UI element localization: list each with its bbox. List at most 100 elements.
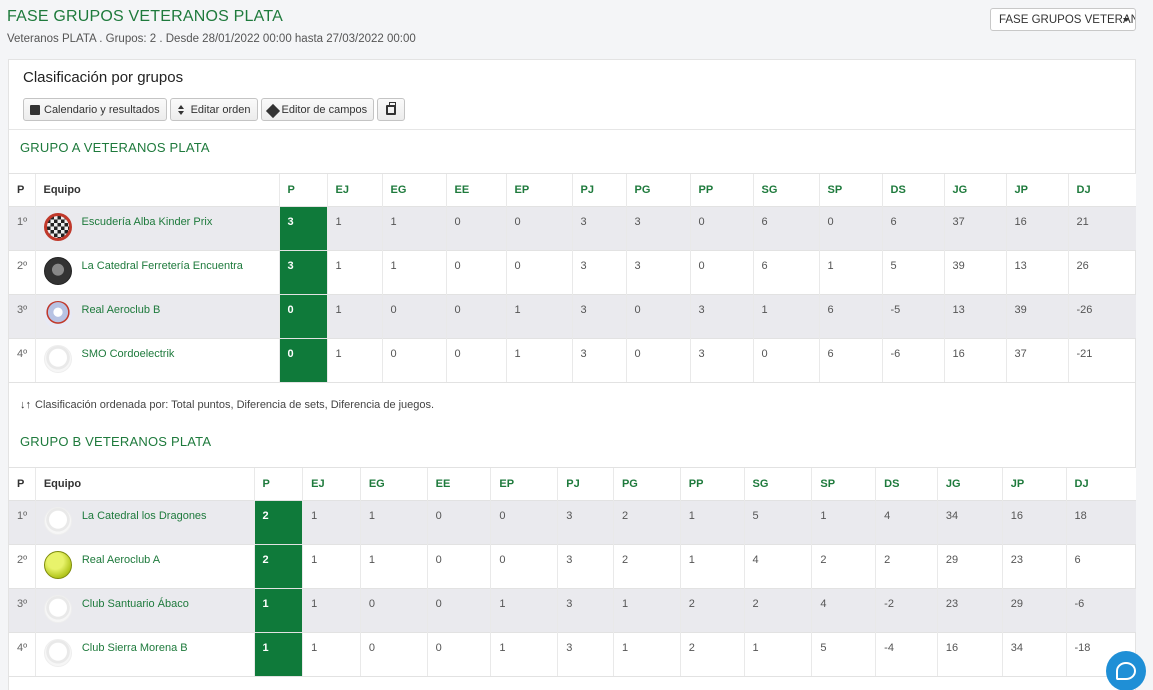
column-header[interactable]: SP — [811, 467, 876, 501]
team-cell: Real Aeroclub A — [34, 544, 255, 589]
column-header[interactable]: EJ — [302, 467, 361, 501]
stat-cell-jg: 34 — [936, 500, 1003, 545]
stat-cell-ep: 0 — [490, 544, 558, 589]
column-header[interactable]: EG — [381, 173, 446, 207]
stat-cell-ep: 0 — [505, 206, 572, 251]
edit-order-button[interactable]: Editar orden — [169, 98, 258, 121]
stat-cell-ee: 0 — [426, 588, 491, 633]
column-header[interactable]: Equipo — [34, 467, 255, 501]
column-header[interactable]: PJ — [557, 467, 614, 501]
column-header[interactable]: JG — [936, 467, 1003, 501]
calendar-results-button[interactable]: Calendario y resultados — [23, 98, 167, 121]
column-header[interactable]: PG — [612, 467, 681, 501]
column-header[interactable]: P — [9, 467, 36, 501]
stat-cell-sp: 2 — [811, 544, 876, 589]
field-editor-button[interactable]: Editor de campos — [260, 98, 375, 121]
team-cell: Escudería Alba Kinder Prix — [34, 206, 279, 251]
stat-cell-jp: 39 — [1005, 294, 1068, 339]
stat-cell-jg: 29 — [936, 544, 1003, 589]
stat-cell-pp: 2 — [679, 632, 745, 677]
stat-cell-ep: 1 — [505, 294, 572, 339]
stat-cell-pj: 3 — [557, 632, 614, 677]
stat-cell-ej: 1 — [302, 544, 361, 589]
position-cell: 3º — [9, 588, 36, 633]
column-header[interactable]: P — [9, 173, 35, 207]
position-cell: 2º — [9, 544, 36, 589]
toolbar: Calendario y resultados Editar orden Edi… — [23, 98, 406, 121]
stat-cell-ds: 5 — [881, 250, 944, 295]
team-link[interactable]: La Catedral los Dragones — [82, 510, 207, 522]
stat-cell-pj: 3 — [557, 544, 614, 589]
column-header[interactable]: EG — [359, 467, 428, 501]
team-cell: Club Sierra Morena B — [34, 632, 255, 677]
team-link[interactable]: Escudería Alba Kinder Prix — [82, 216, 213, 228]
stat-cell-ep: 1 — [490, 588, 558, 633]
column-header[interactable]: EJ — [326, 173, 382, 207]
stat-cell-p: 1 — [253, 588, 303, 633]
column-header[interactable]: PG — [625, 173, 690, 207]
stat-cell-dj: 6 — [1065, 544, 1136, 589]
team-link[interactable]: La Catedral Ferretería Encuentra — [82, 260, 243, 272]
stat-cell-pj: 3 — [571, 250, 626, 295]
column-header[interactable]: SG — [752, 173, 819, 207]
stat-cell-pg: 2 — [612, 500, 681, 545]
stat-cell-sg: 4 — [743, 544, 812, 589]
stat-cell-pg: 2 — [612, 544, 681, 589]
stat-cell-pj: 3 — [571, 206, 626, 251]
stat-cell-dj: 18 — [1065, 500, 1136, 545]
stat-cell-jp: 23 — [1001, 544, 1066, 589]
column-header[interactable]: JP — [1005, 173, 1068, 207]
stat-cell-eg: 1 — [359, 500, 428, 545]
stat-cell-sg: 6 — [752, 206, 819, 251]
column-header[interactable]: Equipo — [34, 173, 279, 207]
column-header[interactable]: SP — [818, 173, 882, 207]
stat-cell-ee: 0 — [426, 500, 491, 545]
standings-table: P Equipo P EJ EG EE EP PJ PG PP SG SP DS JG JP DJ 1º La C… — [9, 467, 1136, 677]
stat-cell-sp: 1 — [811, 500, 876, 545]
phase-select[interactable]: FASE GRUPOS VETERAN — [990, 8, 1136, 31]
team-link[interactable]: Club Santuario Ábaco — [82, 598, 189, 610]
column-header[interactable]: EP — [490, 467, 558, 501]
column-header[interactable]: EE — [426, 467, 491, 501]
stat-cell-pp: 0 — [689, 250, 753, 295]
column-header[interactable]: P — [278, 173, 327, 207]
team-logo-icon — [43, 639, 72, 667]
team-cell: La Catedral Ferretería Encuentra — [34, 250, 279, 295]
team-logo-icon — [43, 595, 72, 623]
team-link[interactable]: Real Aeroclub A — [82, 554, 160, 566]
calendar-results-label: Calendario y resultados — [44, 103, 160, 116]
column-header[interactable]: DJ — [1065, 467, 1136, 501]
stat-cell-jg: 37 — [943, 206, 1006, 251]
stat-cell-sg: 1 — [743, 632, 812, 677]
stat-cell-dj: 26 — [1067, 250, 1136, 295]
column-header[interactable]: PP — [689, 173, 753, 207]
column-header[interactable]: EP — [505, 173, 572, 207]
column-header[interactable]: P — [253, 467, 303, 501]
team-link[interactable]: Real Aeroclub B — [82, 304, 161, 316]
stat-cell-sg: 6 — [752, 250, 819, 295]
column-header[interactable]: EE — [445, 173, 506, 207]
team-link[interactable]: SMO Cordoelectrik — [82, 348, 175, 360]
position-cell: 1º — [9, 206, 35, 251]
table-row: 2º La Catedral Ferretería Encuentra 3 1 1 0 0 3… — [9, 250, 1136, 295]
column-header[interactable]: SG — [743, 467, 812, 501]
stat-cell-ep: 1 — [505, 338, 572, 383]
chat-widget-button[interactable] — [1106, 651, 1146, 690]
column-header[interactable]: JP — [1001, 467, 1066, 501]
stat-cell-p: 0 — [278, 338, 327, 383]
position-cell: 2º — [9, 250, 35, 295]
column-header[interactable]: PP — [679, 467, 745, 501]
stat-cell-ee: 0 — [445, 250, 506, 295]
table-row: 4º Club Sierra Morena B 1 1 0 0 1 3 1 2 1 5 -4 16 34 -1… — [9, 632, 1136, 677]
print-button[interactable] — [377, 98, 406, 121]
sort-note: ↓↑ Clasificación ordenada por: Total punt… — [20, 399, 434, 411]
column-header[interactable]: DS — [875, 467, 938, 501]
column-header[interactable]: PJ — [571, 173, 626, 207]
column-header[interactable]: DJ — [1067, 173, 1136, 207]
column-header[interactable]: DS — [881, 173, 944, 207]
stat-cell-pp: 2 — [679, 588, 745, 633]
column-header[interactable]: JG — [943, 173, 1006, 207]
stat-cell-ds: -5 — [881, 294, 944, 339]
stat-cell-p: 2 — [253, 544, 303, 589]
team-link[interactable]: Club Sierra Morena B — [82, 642, 188, 654]
